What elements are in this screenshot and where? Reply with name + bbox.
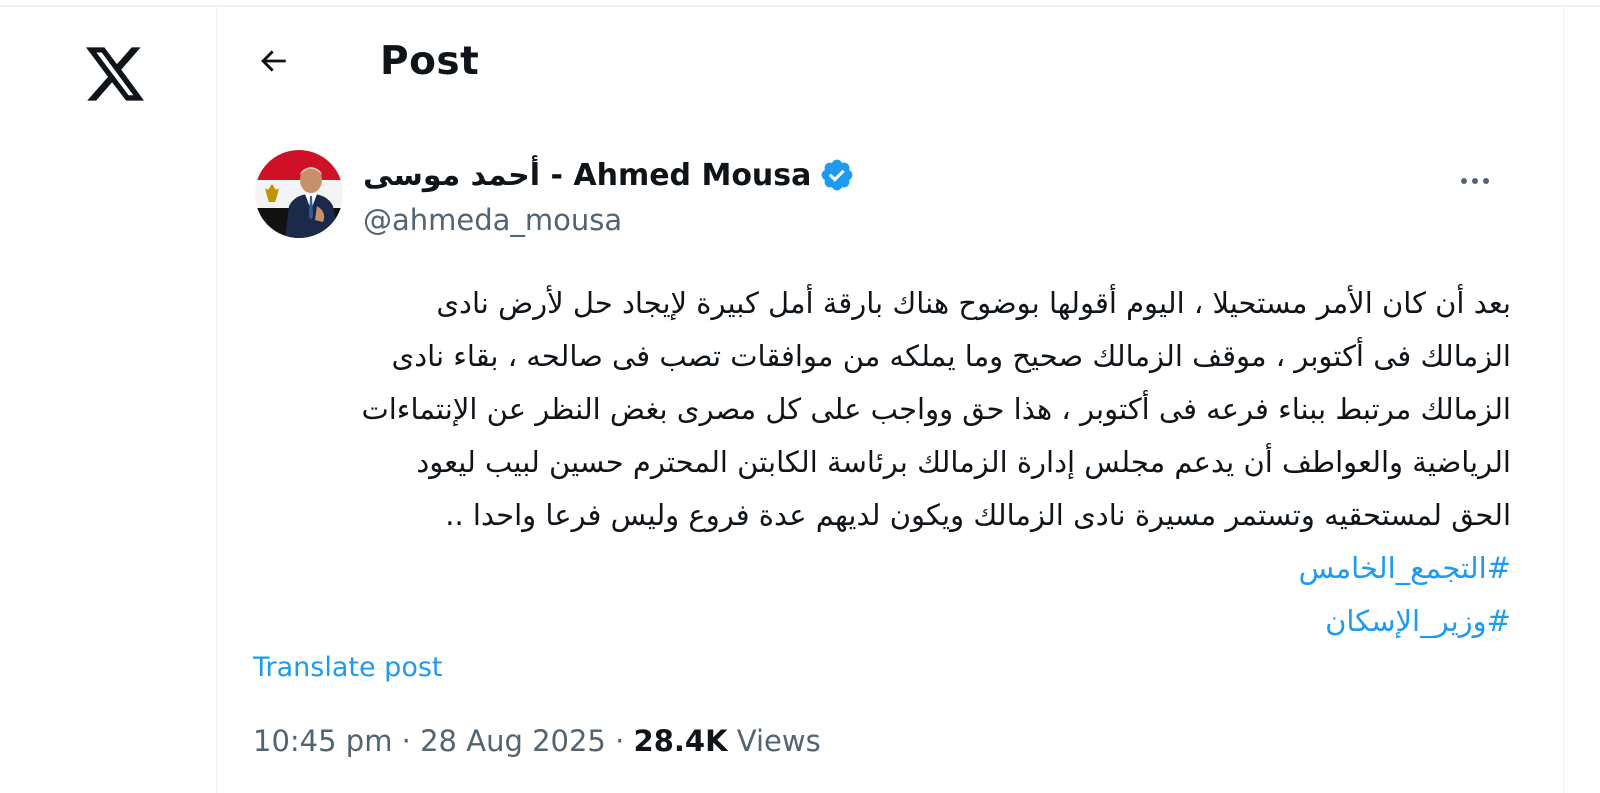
hashtag-link[interactable]: #وزير_الإسكان [253, 595, 1511, 648]
post-text-line: بعد أن كان الأمر مستحيلا ، اليوم أقولها … [436, 286, 1511, 320]
arrow-left-icon [261, 50, 286, 72]
post-text: بعد أن كان الأمر مستحيلا ، اليوم أقولها … [253, 277, 1511, 648]
x-logo-icon[interactable] [84, 43, 146, 105]
author-handle[interactable]: @ahmeda_mousa [363, 203, 622, 237]
post-date[interactable]: 28 Aug 2025 [420, 724, 606, 758]
more-dot-icon [1472, 178, 1478, 184]
hashtag-link[interactable]: #التجمع_الخامس [253, 542, 1511, 595]
post-metadata: 10:45 pm · 28 Aug 2025 · 28.4K Views [253, 724, 821, 758]
post-text-line: الحق لمستحقيه وتستمر مسيرة نادى الزمالك … [445, 498, 1511, 532]
more-options-button[interactable] [1451, 157, 1499, 205]
meta-separator: · [615, 724, 625, 758]
meta-separator: · [401, 724, 411, 758]
post-text-line: الزمالك مرتبط ببناء فرعه فى أكتوبر ، هذا… [361, 392, 1511, 426]
translate-post-link[interactable]: Translate post [253, 652, 443, 683]
back-button[interactable] [249, 37, 297, 85]
more-dot-icon [1483, 178, 1489, 184]
views-count: 28.4K [633, 724, 728, 758]
post-text-line: الزمالك فى أكتوبر ، موقف الزمالك صحيح وم… [391, 339, 1511, 373]
author-line: أحمد موسى - Ahmed Mousa [363, 155, 855, 195]
author-avatar[interactable] [255, 150, 343, 238]
post-header: Post [217, 7, 1563, 119]
author-display-name[interactable]: أحمد موسى - Ahmed Mousa [363, 158, 811, 193]
verified-badge-icon [819, 157, 855, 193]
post-text-line: الرياضية والعواطف أن يدعم مجلس إدارة الز… [416, 445, 1511, 479]
post-detail-column: Post أحمد موسى - Ahmed Mousa @ahmeda_mou… [216, 7, 1564, 793]
views-label: Views [736, 724, 821, 758]
more-dot-icon [1461, 178, 1467, 184]
post-time[interactable]: 10:45 pm [253, 724, 392, 758]
left-navigation [0, 7, 216, 793]
page-title: Post [380, 39, 480, 84]
